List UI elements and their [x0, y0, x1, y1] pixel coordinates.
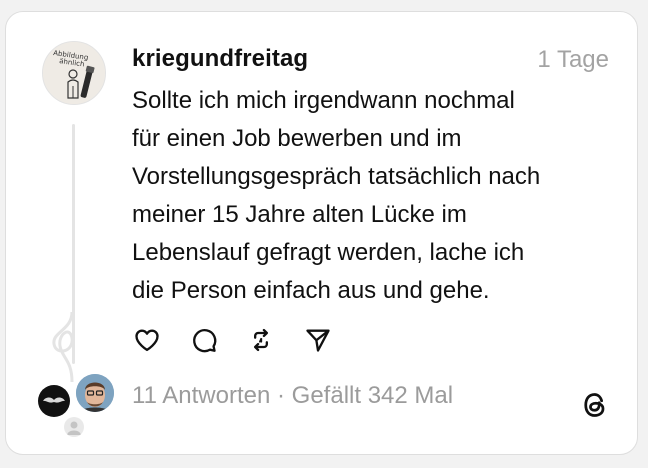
replier-face: [76, 374, 114, 412]
threads-logo-icon[interactable]: [580, 390, 610, 420]
replier-avatar[interactable]: [76, 374, 114, 412]
repost-icon: [254, 328, 268, 352]
replier-avatar[interactable]: [38, 385, 70, 417]
post-body-line: Sollte ich mich irgendwann nochmal: [132, 87, 515, 114]
avatar-drawing: Abbildung ähnlich: [43, 42, 105, 104]
share-icon: [306, 329, 330, 352]
replies-count-link[interactable]: 11 Antworten: [132, 382, 270, 409]
post-body-line: Lebenslauf gefragt werden, lache ich: [132, 239, 525, 266]
repost-button[interactable]: [246, 325, 276, 355]
stats-separator: ·: [270, 382, 292, 409]
post-actions: [132, 325, 360, 355]
comment-icon: [193, 329, 217, 353]
share-button[interactable]: [303, 325, 333, 355]
comment-button[interactable]: [189, 325, 219, 355]
post-stats: 11 Antworten · Gefällt 342 Mal: [132, 382, 453, 410]
post-body-line: für einen Job bewerben und im: [132, 125, 462, 152]
like-button[interactable]: [132, 325, 162, 355]
post-body-line: meiner 15 Jahre alten Lücke im: [132, 201, 467, 228]
post-card[interactable]: Abbildung ähnlich kriegundfreitag 1 Tage…: [5, 11, 638, 455]
author-avatar[interactable]: Abbildung ähnlich: [42, 41, 106, 105]
heart-icon: [135, 329, 159, 352]
likes-count-link[interactable]: Gefällt 342 Mal: [292, 382, 453, 409]
post-username[interactable]: kriegundfreitag: [132, 45, 308, 73]
mustache-icon: [43, 397, 65, 403]
post-body-line: Vorstellungsgespräch tatsächlich nach: [132, 163, 541, 190]
post-body: Sollte ich mich irgendwann nochmal für e…: [132, 82, 622, 310]
default-avatar-icon: [67, 421, 81, 435]
post-body-line: die Person einfach aus und gehe.: [132, 277, 490, 304]
post-timestamp: 1 Tage: [537, 46, 609, 73]
replier-avatar[interactable]: [64, 417, 84, 437]
thread-loop-icon: [52, 312, 74, 382]
